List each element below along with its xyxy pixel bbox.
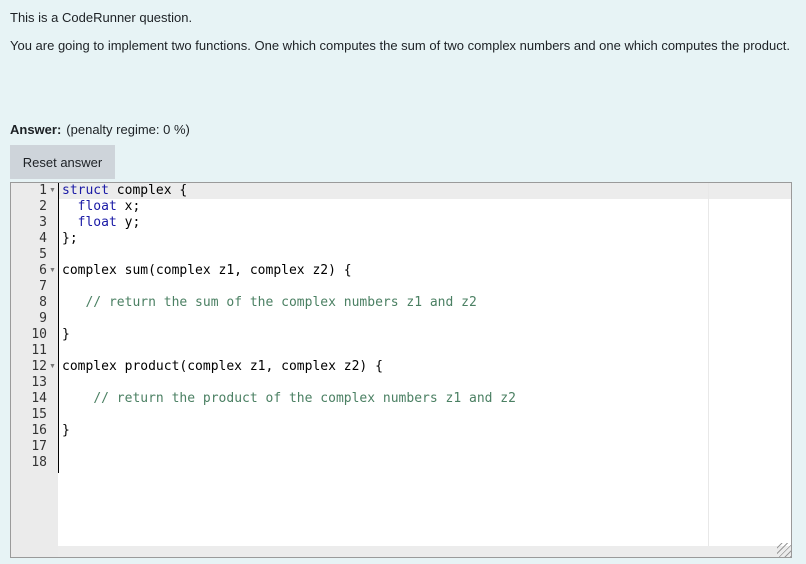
code-editor[interactable]: 1 ▼ struct complex {2 float x; 3 float y; 4}… bbox=[10, 182, 792, 558]
line-number: 13 bbox=[31, 375, 47, 390]
keyword-token: float bbox=[77, 215, 117, 230]
code-line[interactable]: }; bbox=[62, 231, 78, 247]
fold-arrow-icon[interactable]: ▼ bbox=[49, 263, 56, 279]
line-number: 12 bbox=[31, 359, 47, 374]
line-number: 18 bbox=[31, 455, 47, 470]
code-token: x; bbox=[116, 199, 141, 214]
keyword-token: float bbox=[77, 199, 117, 214]
code-line[interactable]: // return the product of the complex num… bbox=[62, 391, 516, 407]
line-number: 6 bbox=[39, 263, 47, 278]
line-number: 14 bbox=[31, 391, 47, 406]
line-number: 4 bbox=[39, 231, 47, 246]
line-number: 11 bbox=[31, 343, 47, 358]
keyword-token: struct bbox=[62, 183, 109, 198]
line-number: 3 bbox=[39, 215, 47, 230]
code-token: y; bbox=[116, 215, 141, 230]
gutter-empty-area bbox=[11, 473, 58, 557]
code-token: complex sum(complex z1, complex z2) { bbox=[62, 263, 352, 278]
code-token: complex { bbox=[108, 183, 188, 198]
code-line[interactable]: } bbox=[62, 423, 70, 439]
code-token: } bbox=[62, 423, 70, 438]
resize-handle-icon[interactable] bbox=[777, 543, 791, 557]
line-number: 10 bbox=[31, 327, 47, 342]
fold-arrow-icon[interactable]: ▼ bbox=[49, 183, 56, 199]
line-number: 2 bbox=[39, 199, 47, 214]
code-line[interactable]: struct complex { bbox=[62, 183, 187, 199]
code-line[interactable]: } bbox=[62, 327, 70, 343]
question-intro: This is a CodeRunner question. bbox=[10, 10, 193, 25]
question-description: You are going to implement two functions… bbox=[10, 38, 790, 53]
horizontal-scrollbar[interactable] bbox=[58, 546, 791, 557]
fold-arrow-icon[interactable]: ▼ bbox=[49, 359, 56, 375]
answer-header: Answer: (penalty regime: 0 %) bbox=[10, 121, 190, 138]
line-number: 16 bbox=[31, 423, 47, 438]
code-line[interactable]: float y; bbox=[62, 215, 141, 231]
line-number: 15 bbox=[31, 407, 47, 422]
code-line[interactable]: complex sum(complex z1, complex z2) { bbox=[62, 263, 352, 279]
print-margin bbox=[708, 183, 709, 557]
line-number: 7 bbox=[39, 279, 47, 294]
code-token: }; bbox=[62, 231, 78, 246]
penalty-regime: (penalty regime: 0 %) bbox=[66, 122, 190, 137]
code-token: complex product(complex z1, complex z2) … bbox=[62, 359, 383, 374]
code-line[interactable]: complex product(complex z1, complex z2) … bbox=[62, 359, 383, 375]
code-line[interactable]: float x; bbox=[62, 199, 141, 215]
answer-label: Answer: bbox=[10, 122, 62, 137]
comment-token: // return the sum of the complex numbers… bbox=[85, 295, 477, 310]
line-number: 17 bbox=[31, 439, 47, 454]
line-number: 5 bbox=[39, 247, 47, 262]
line-number: 8 bbox=[39, 295, 47, 310]
reset-answer-button[interactable]: Reset answer bbox=[10, 145, 115, 179]
code-token: } bbox=[62, 327, 70, 342]
code-line[interactable]: // return the sum of the complex numbers… bbox=[62, 295, 477, 311]
comment-token: // return the product of the complex num… bbox=[93, 391, 516, 406]
line-number: 1 bbox=[39, 183, 47, 198]
line-number: 9 bbox=[39, 311, 47, 326]
